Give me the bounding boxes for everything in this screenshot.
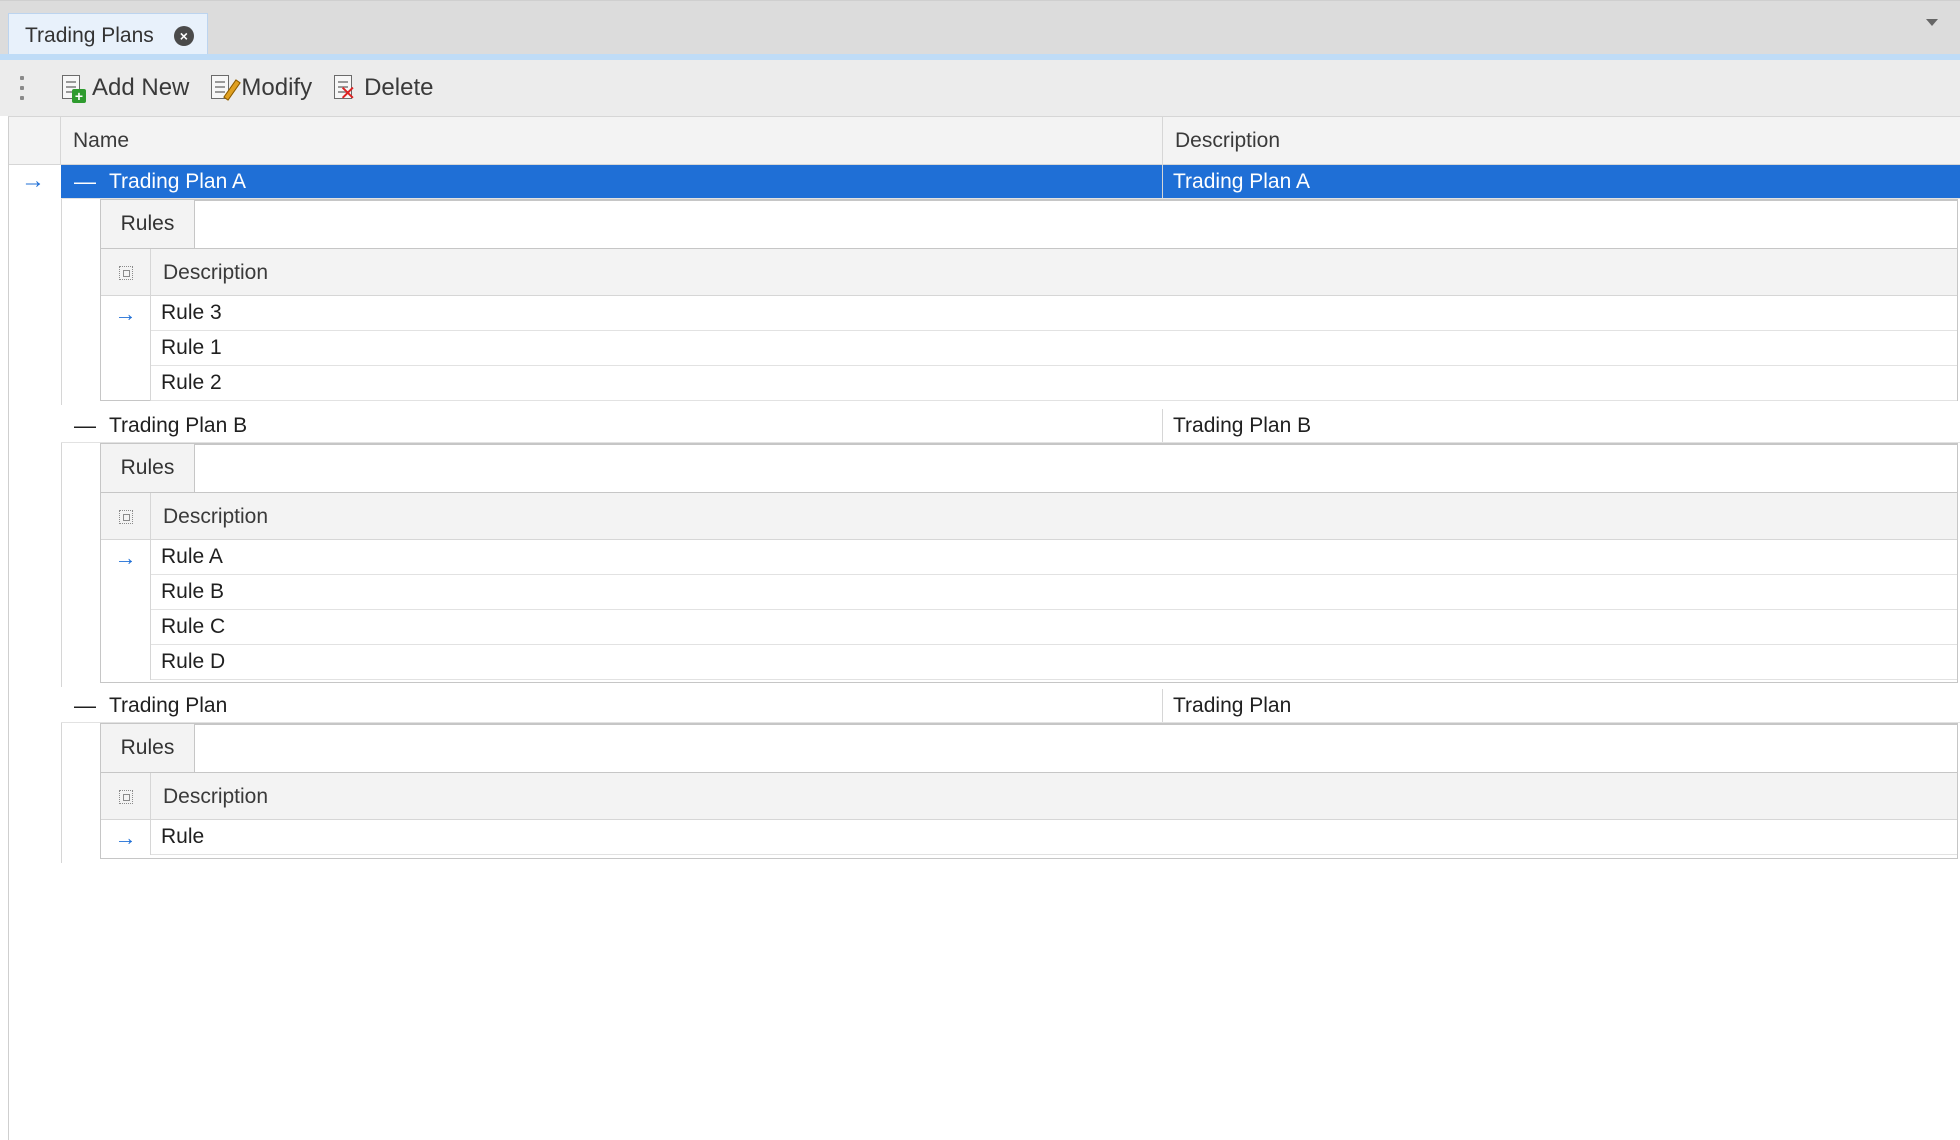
master-row[interactable]: — Trading Plan B Trading Plan B	[61, 409, 1960, 443]
document-tab-trading-plans[interactable]: Trading Plans ×	[8, 13, 208, 57]
plan-description: Trading Plan B	[1173, 413, 1312, 437]
rule-row[interactable]: Rule D	[101, 645, 1957, 680]
add-new-button[interactable]: + Add New	[50, 68, 199, 108]
edit-document-icon	[209, 73, 242, 103]
detail-tab-rules[interactable]: Rules	[101, 200, 195, 248]
document-tab-label: Trading Plans	[25, 23, 154, 47]
rule-description: Rule 1	[151, 331, 1957, 366]
focused-row-arrow-icon: →	[101, 296, 151, 331]
column-chooser-icon[interactable]	[101, 249, 151, 296]
rule-row[interactable]: Rule C	[101, 610, 1957, 645]
trading-plans-grid: Name Description → — Trading Plan A Trad…	[8, 116, 1960, 1140]
delete-label: Delete	[364, 74, 434, 101]
column-header-name[interactable]: Name	[61, 117, 1163, 165]
add-new-label: Add New	[92, 74, 190, 101]
rule-row[interactable]: Rule 2	[101, 366, 1957, 401]
add-document-icon: +	[60, 73, 86, 103]
rules-header: Description	[101, 248, 1957, 296]
modify-label: Modify	[241, 74, 313, 101]
detail-tab-rules[interactable]: Rules	[101, 444, 195, 492]
row-indicator-header	[9, 117, 61, 165]
master-row[interactable]: — Trading Plan Trading Plan	[61, 689, 1960, 723]
rule-description: Rule A	[151, 540, 1957, 575]
rule-row[interactable]: → Rule A	[101, 540, 1957, 575]
close-icon[interactable]: ×	[173, 25, 194, 46]
toolbar: + Add New Modify ✕ Delete	[0, 60, 1960, 116]
plan-description: Trading Plan A	[1173, 169, 1310, 193]
rules-column-description[interactable]: Description	[163, 249, 268, 296]
column-chooser-icon[interactable]	[101, 493, 151, 540]
document-tab-strip: Trading Plans ×	[0, 0, 1960, 57]
rules-header: Description	[101, 772, 1957, 820]
delete-button[interactable]: ✕ Delete	[322, 68, 443, 108]
plan-name: Trading Plan B	[109, 413, 248, 437]
plan-name: Trading Plan A	[109, 169, 246, 193]
toolbar-grip-icon[interactable]	[20, 76, 26, 100]
rule-row[interactable]: Rule B	[101, 575, 1957, 610]
collapse-icon[interactable]: —	[61, 413, 109, 439]
rule-description: Rule 2	[151, 366, 1957, 401]
rule-description: Rule C	[151, 610, 1957, 645]
grid-header: Name Description	[9, 117, 1960, 165]
rule-description: Rule 3	[151, 296, 1957, 331]
detail-panel: Rules Description → Rule	[61, 723, 1960, 863]
plan-description: Trading Plan	[1173, 693, 1292, 717]
rule-description: Rule D	[151, 645, 1957, 680]
modify-button[interactable]: Modify	[199, 68, 322, 108]
master-row[interactable]: — Trading Plan A Trading Plan A	[61, 165, 1960, 199]
focused-row-arrow-icon: →	[21, 167, 45, 194]
plan-name: Trading Plan	[109, 693, 228, 717]
rules-column-description[interactable]: Description	[163, 773, 268, 820]
detail-panel: Rules Description → Rule A Rule B Rule C…	[61, 443, 1960, 687]
collapse-icon[interactable]: —	[61, 169, 109, 195]
rules-header: Description	[101, 492, 1957, 540]
focused-row-arrow-icon: →	[101, 540, 151, 575]
rule-row[interactable]: Rule 1	[101, 331, 1957, 366]
column-header-description[interactable]: Description	[1163, 117, 1960, 165]
rule-description: Rule B	[151, 575, 1957, 610]
rule-row[interactable]: → Rule 3	[101, 296, 1957, 331]
chevron-down-icon[interactable]	[1926, 19, 1938, 26]
delete-document-icon: ✕	[332, 73, 358, 104]
detail-panel: Rules Description → Rule 3 Rule 1 Rule 2	[61, 199, 1960, 405]
rule-row[interactable]: → Rule	[101, 820, 1957, 855]
column-chooser-icon[interactable]	[101, 773, 151, 820]
detail-tab-rules[interactable]: Rules	[101, 724, 195, 772]
collapse-icon[interactable]: —	[61, 693, 109, 719]
focused-row-arrow-icon: →	[101, 820, 151, 855]
rules-column-description[interactable]: Description	[163, 493, 268, 540]
rule-description: Rule	[151, 820, 1957, 855]
